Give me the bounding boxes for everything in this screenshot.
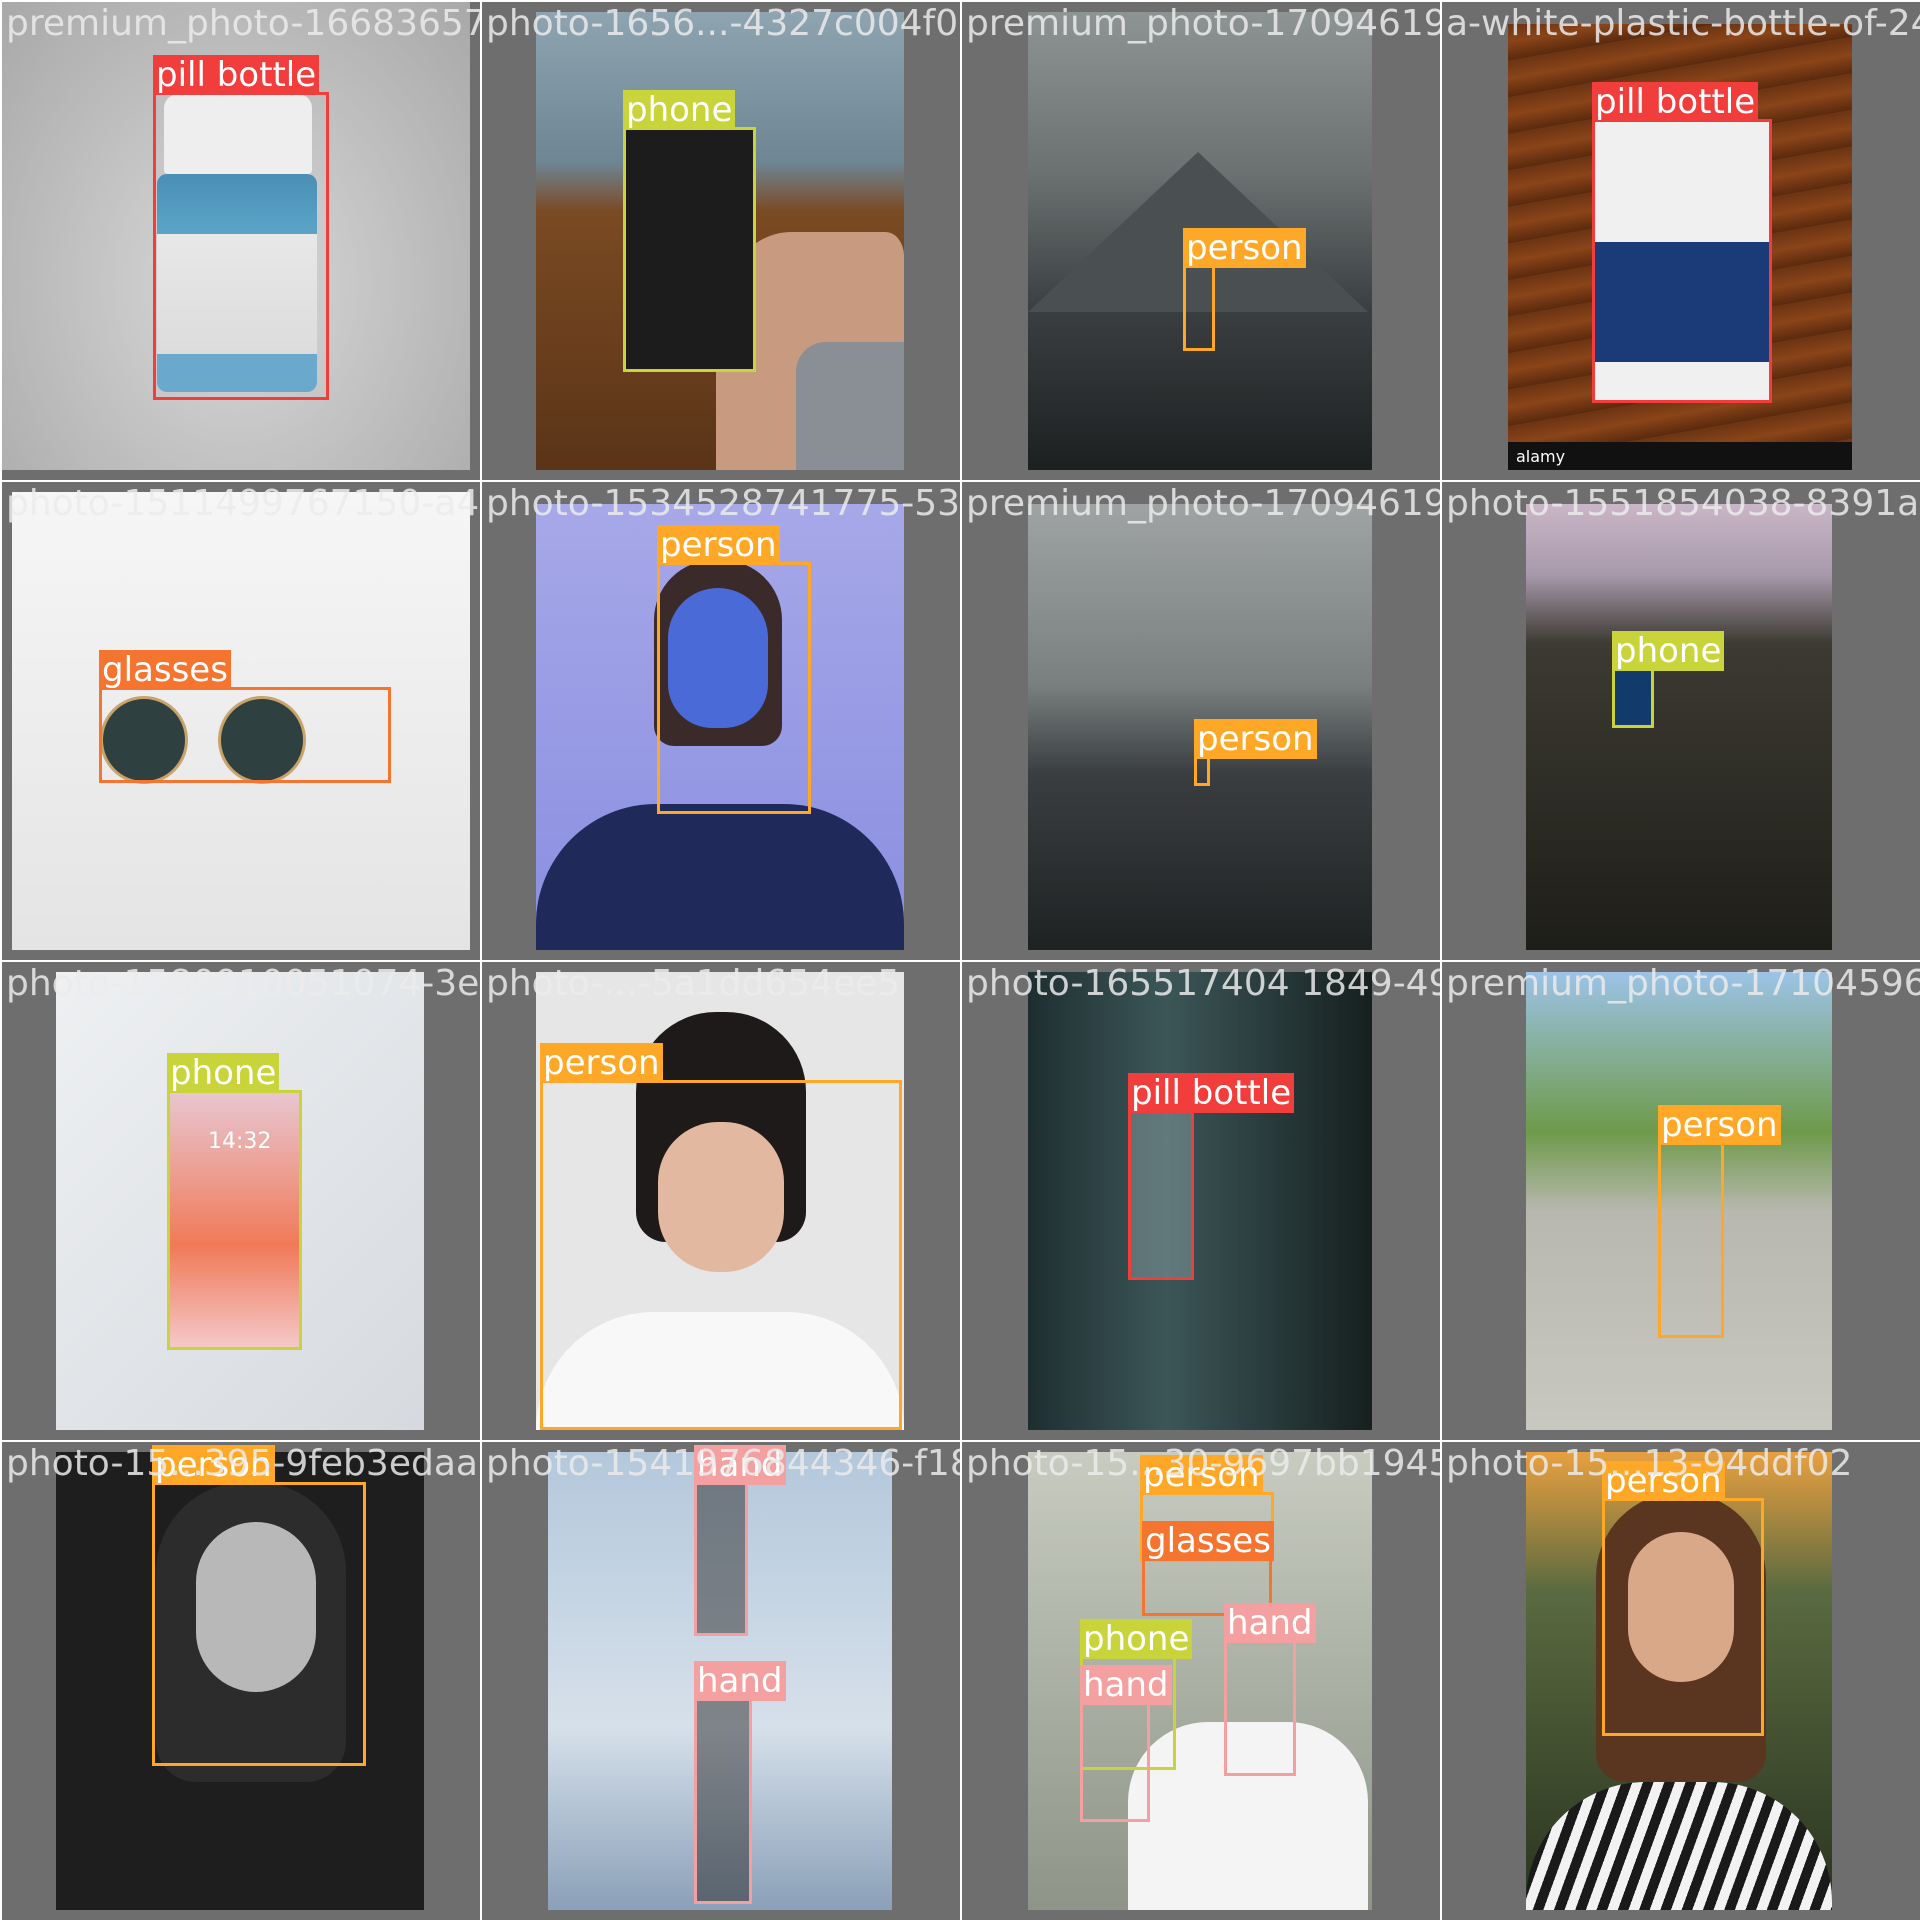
tile-15[interactable]: photo-15...13-94ddf02 person: [1442, 1442, 1920, 1920]
hand-box-bottom[interactable]: hand: [694, 1661, 786, 1904]
tile-1[interactable]: photo-1656...-4327c004f01b_jpg phone: [482, 2, 960, 480]
tile-12[interactable]: photo-15...395-9feb3edaa68d_jpg person: [2, 1442, 480, 1920]
box-label: hand: [1080, 1665, 1172, 1705]
tile-13[interactable]: photo-1541976844346-f18aeac57b06 hand ha…: [482, 1442, 960, 1920]
pill-bottle-box[interactable]: pill bottle: [1592, 82, 1772, 403]
pill-bottle-box[interactable]: pill bottle: [1128, 1073, 1295, 1280]
tile-image: [1526, 504, 1832, 950]
person-box[interactable]: person: [1602, 1461, 1764, 1736]
person-box[interactable]: person: [1658, 1105, 1781, 1338]
box-label: phone: [167, 1053, 280, 1093]
tile-0[interactable]: premium_photo-1668365725808-71667c28c642…: [2, 2, 480, 480]
tile-14[interactable]: photo-15...30-9697bb1945 person glasses …: [962, 1442, 1440, 1920]
box-label: person: [540, 1043, 663, 1083]
hand-box-left[interactable]: hand: [1080, 1665, 1172, 1822]
box-label: phone: [1612, 631, 1725, 671]
shirt-shape: [1526, 1782, 1832, 1910]
person-box[interactable]: person: [1183, 228, 1306, 351]
hand-box-right[interactable]: hand: [1224, 1603, 1316, 1776]
tile-10[interactable]: photo-165517404 1849-49ed985e0fb_jpg pil…: [962, 962, 1440, 1440]
watermark-text: alamy: [1516, 447, 1566, 466]
box-label: hand: [694, 1445, 786, 1485]
box-label: pill bottle: [153, 55, 320, 95]
phone-clock: 14:32: [208, 1129, 272, 1154]
box-label: person: [152, 1445, 275, 1485]
box-label: pill bottle: [1592, 82, 1759, 122]
box-label: phone: [623, 90, 736, 130]
tile-4[interactable]: photo-1511499767150-a48a237f0083 glasses: [2, 482, 480, 960]
hand-box-top[interactable]: hand: [694, 1445, 786, 1636]
tile-2[interactable]: premium_photo-17094619510 person: [962, 2, 1440, 480]
box-label: phone: [1080, 1619, 1193, 1659]
box-label: pill bottle: [1128, 1073, 1295, 1113]
box-label: hand: [1224, 1603, 1316, 1643]
tile-3[interactable]: alamy a-white-plastic-bottle-of-24-c pil…: [1442, 2, 1920, 480]
person-box[interactable]: person: [657, 525, 811, 814]
person-box[interactable]: person: [152, 1445, 366, 1766]
person-box[interactable]: person: [540, 1043, 902, 1430]
phone-box[interactable]: phone: [623, 90, 756, 372]
tile-5[interactable]: photo-1534528741775-53994a69daeb_jpg per…: [482, 482, 960, 960]
box-label: person: [1183, 228, 1306, 268]
detection-grid: premium_photo-1668365725808-71667c28c642…: [0, 0, 1920, 1920]
shirt-shape: [536, 804, 904, 950]
tile-7[interactable]: photo-1551854038-8391a87 phone: [1442, 482, 1920, 960]
box-label: hand: [694, 1661, 786, 1701]
box-label: glasses: [99, 650, 231, 690]
person-box[interactable]: person: [1194, 719, 1317, 786]
glasses-box[interactable]: glasses: [99, 650, 391, 783]
tile-11[interactable]: premium_photo-1710459650 person: [1442, 962, 1920, 1440]
tile-9[interactable]: photo-...-5a1dd654ee5 person: [482, 962, 960, 1440]
box-label: glasses: [1142, 1521, 1274, 1561]
box-label: person: [1602, 1461, 1725, 1501]
phone-box[interactable]: phone: [1612, 631, 1725, 728]
tile-8[interactable]: photo-1580910051074-3eb694 phone 14:32: [2, 962, 480, 1440]
box-label: person: [1140, 1455, 1263, 1495]
pill-bottle-box[interactable]: pill bottle: [153, 55, 329, 400]
sleeve-shape: [796, 342, 904, 470]
box-label: person: [1194, 719, 1317, 759]
box-label: person: [657, 525, 780, 565]
box-label: person: [1658, 1105, 1781, 1145]
tile-6[interactable]: premium_photo-17094619510 person: [962, 482, 1440, 960]
tile-image: [1028, 972, 1372, 1430]
phone-box[interactable]: phone 14:32: [167, 1053, 302, 1350]
